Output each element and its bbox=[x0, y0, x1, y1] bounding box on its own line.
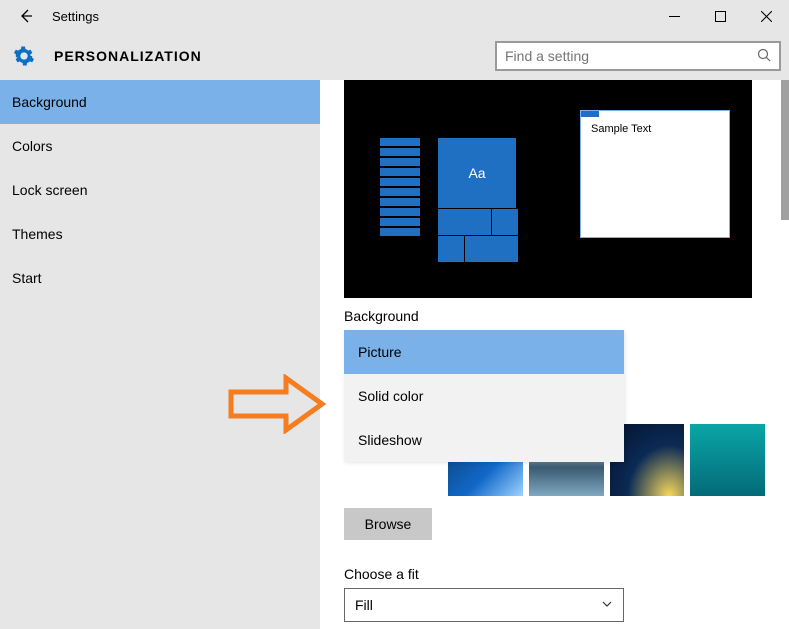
desktop-preview: Aa Sample Text bbox=[344, 80, 752, 298]
fit-label: Choose a fit bbox=[344, 566, 765, 582]
search-box[interactable] bbox=[495, 41, 781, 71]
sidebar: Background Colors Lock screen Themes Sta… bbox=[0, 80, 320, 629]
background-dropdown[interactable]: Picture Solid color Slideshow bbox=[344, 330, 624, 462]
preview-font-tile: Aa bbox=[438, 138, 516, 208]
fit-select[interactable]: Fill bbox=[344, 588, 624, 622]
background-label: Background bbox=[344, 308, 765, 324]
chevron-down-icon bbox=[601, 597, 613, 613]
sidebar-item-colors[interactable]: Colors bbox=[0, 124, 320, 168]
preview-sample-text: Sample Text bbox=[581, 117, 729, 141]
settings-gear-icon bbox=[12, 44, 36, 68]
sidebar-item-start[interactable]: Start bbox=[0, 256, 320, 300]
sidebar-item-lock-screen[interactable]: Lock screen bbox=[0, 168, 320, 212]
browse-button[interactable]: Browse bbox=[344, 508, 432, 540]
vertical-scrollbar[interactable] bbox=[781, 80, 789, 220]
window-title: Settings bbox=[52, 9, 99, 24]
page-heading: PERSONALIZATION bbox=[54, 48, 202, 64]
close-button[interactable] bbox=[743, 0, 789, 32]
preview-window: Sample Text bbox=[580, 110, 730, 238]
dropdown-option-slideshow[interactable]: Slideshow bbox=[344, 418, 624, 462]
content-area: Aa Sample Text Background Picture Solid … bbox=[320, 80, 789, 629]
minimize-button[interactable] bbox=[651, 0, 697, 32]
sidebar-item-themes[interactable]: Themes bbox=[0, 212, 320, 256]
back-button[interactable] bbox=[8, 0, 44, 32]
search-input[interactable] bbox=[505, 48, 757, 64]
fit-selected-value: Fill bbox=[355, 597, 373, 613]
maximize-button[interactable] bbox=[697, 0, 743, 32]
dropdown-option-solid-color[interactable]: Solid color bbox=[344, 374, 624, 418]
dropdown-option-picture[interactable]: Picture bbox=[344, 330, 624, 374]
search-icon bbox=[757, 48, 771, 65]
thumbnail-4[interactable] bbox=[690, 424, 765, 496]
sidebar-item-background[interactable]: Background bbox=[0, 80, 320, 124]
